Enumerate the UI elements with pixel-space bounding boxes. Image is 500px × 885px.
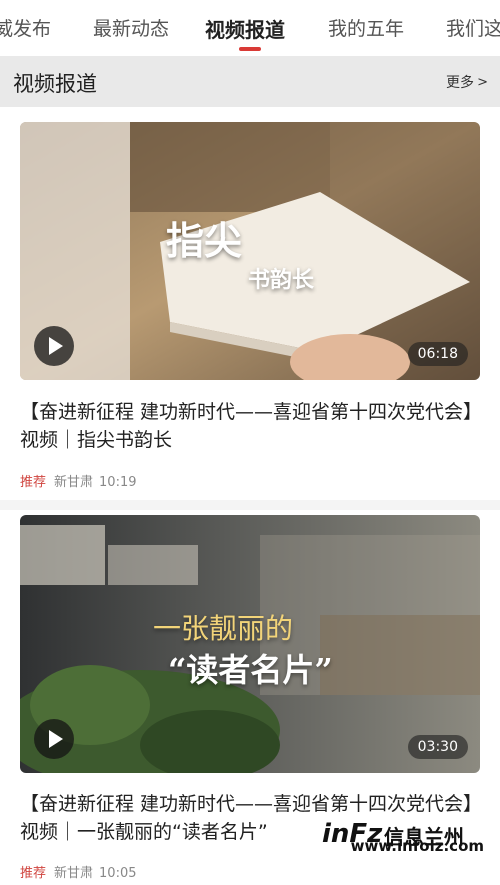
article-title[interactable]: 【奋进新征程 建功新时代——喜迎省第十四次党代会】视频｜指尖书韵长 xyxy=(20,398,485,454)
thumbnail-caption-line2: 书韵长 xyxy=(248,267,315,293)
tab-my-five-years[interactable]: 我的五年 xyxy=(328,14,404,41)
article-meta: 推荐 新甘肃 10:05 xyxy=(20,862,137,881)
recommend-tag: 推荐 xyxy=(20,475,47,490)
article-time: 10:05 xyxy=(99,866,137,881)
section-header: 视频报道 更多 > xyxy=(0,56,500,107)
thumbnail-caption-line2: “读者名片” xyxy=(168,651,333,689)
tab-video-reports[interactable]: 视频报道 xyxy=(205,14,285,43)
video-thumbnail[interactable]: 指尖 书韵长 06:18 xyxy=(20,122,480,380)
top-tab-bar: 威发布 最新动态 视频报道 我的五年 我们这 xyxy=(0,0,500,54)
divider xyxy=(0,500,500,510)
tab-us[interactable]: 我们这 xyxy=(446,14,500,41)
recommend-tag: 推荐 xyxy=(20,866,47,881)
video-thumbnail[interactable]: 一张靓丽的 “读者名片” 03:30 xyxy=(20,515,480,773)
article-time: 10:19 xyxy=(99,475,137,490)
play-icon[interactable] xyxy=(34,326,74,366)
article-source: 新甘肃 xyxy=(54,866,94,881)
tab-official-release[interactable]: 威发布 xyxy=(0,14,51,41)
watermark-url: www.infolz.com xyxy=(350,837,484,855)
video-duration: 03:30 xyxy=(407,735,468,759)
thumbnail-caption-line1: 一张靓丽的 xyxy=(153,612,294,645)
tab-latest-news[interactable]: 最新动态 xyxy=(93,14,169,41)
article-meta: 推荐 新甘肃 10:19 xyxy=(20,471,137,490)
play-icon[interactable] xyxy=(34,719,74,759)
video-duration: 06:18 xyxy=(407,342,468,366)
chevron-right-icon[interactable]: > xyxy=(477,75,488,90)
site-watermark: inFz 信息兰州 www.infolz.com xyxy=(322,819,492,859)
article-source: 新甘肃 xyxy=(54,475,94,490)
article-card[interactable]: 指尖 书韵长 06:18 【奋进新征程 建功新时代——喜迎省第十四次党代会】视频… xyxy=(0,107,500,500)
section-title: 视频报道 xyxy=(13,72,97,96)
thumbnail-image xyxy=(20,122,480,380)
thumbnail-caption-line1: 指尖 xyxy=(166,218,243,263)
active-tab-indicator xyxy=(239,47,261,51)
more-link[interactable]: 更多 xyxy=(446,72,474,92)
